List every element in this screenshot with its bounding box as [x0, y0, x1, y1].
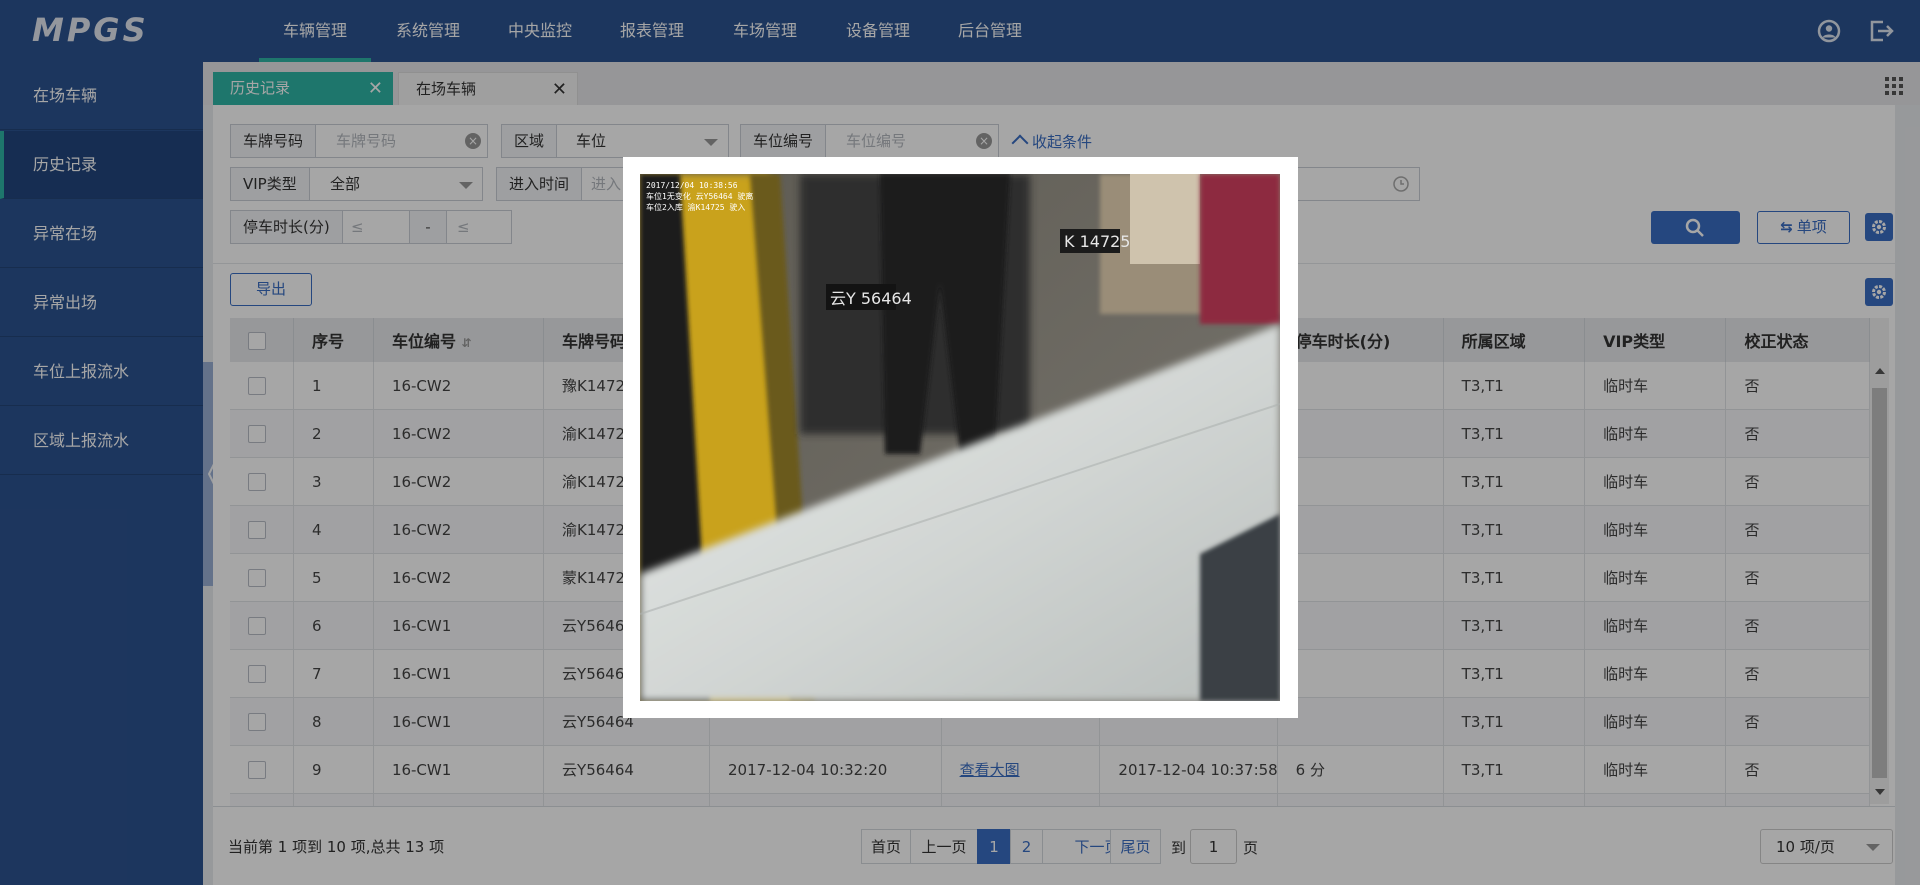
snapshot-timestamp: 2017/12/04 10:38:56 — [646, 181, 738, 190]
image-preview-modal: 2017/12/04 10:38:56 车位1无变化 云Y56464 驶离 车位… — [623, 157, 1298, 718]
snapshot-event-1: 车位1无变化 云Y56464 驶离 — [646, 191, 753, 201]
license-plate-y56464: 云Y 56464 — [830, 289, 912, 308]
camera-snapshot-image: 2017/12/04 10:38:56 车位1无变化 云Y56464 驶离 车位… — [640, 174, 1280, 701]
license-plate-k14725: K 14725 — [1064, 232, 1130, 251]
snapshot-event-2: 车位2入库 渝K14725 驶入 — [646, 202, 745, 212]
